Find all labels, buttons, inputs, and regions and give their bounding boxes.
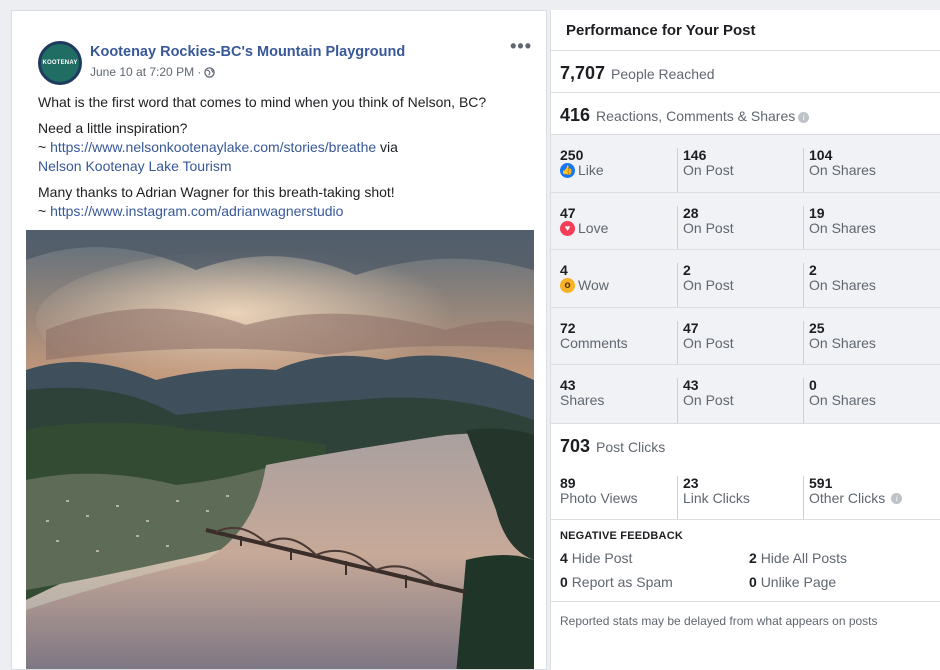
photo-views-label: Photo Views: [560, 489, 638, 506]
post-clicks-count: 703: [560, 435, 591, 456]
negative-feedback-title: NEGATIVE FEEDBACK: [560, 529, 683, 542]
avatar-logo-text: KOOTENAY: [42, 60, 78, 66]
engagement-breakdown: 250 👍 Like 146 On Post 104 On Shares 47 ♥ Lo…: [551, 135, 940, 423]
panel-title: Performance for Your Post: [551, 10, 940, 51]
link-clicks-label: Link Clicks: [683, 489, 750, 506]
stats-footnote: Reported stats may be delayed from what …: [560, 613, 878, 628]
tilde: ~: [38, 203, 51, 219]
comments-on-shares-count: 25: [809, 319, 825, 336]
post-photo[interactable]: [26, 230, 534, 669]
globe-icon: [204, 66, 216, 78]
shares-on-shares-count: 0: [809, 377, 817, 393]
on-shares-label: On Shares: [809, 277, 876, 293]
engagement-label-text: Reactions, Comments & Shares: [596, 108, 796, 124]
post-header: KOOTENAY Kootenay Rockies-BC's Mountain …: [38, 41, 405, 85]
people-reached-row: 7,707 People Reached: [551, 51, 940, 93]
wow-icon: o: [560, 278, 575, 293]
shares-count: 43: [560, 377, 576, 393]
shares-label: Shares: [560, 392, 605, 408]
on-shares-label: On Shares: [809, 219, 876, 236]
tilde: ~: [38, 139, 51, 155]
like-on-post-count: 146: [683, 147, 707, 163]
post-performance-panel: Performance for Your Post 7,707 People R…: [550, 10, 940, 670]
hide-post-stat: 4 Hide Post: [560, 550, 749, 566]
engagement-row: 416 Reactions, Comments & Shares i: [551, 93, 940, 135]
breakdown-row-comments: 72 Comments 47 On Post 25 On Shares: [551, 308, 940, 365]
hide-post-count: 4: [560, 549, 568, 566]
comments-label: Comments: [560, 334, 628, 351]
love-on-post-count: 28: [683, 204, 699, 221]
like-icon: 👍: [560, 163, 575, 178]
spam-label: Report as Spam: [571, 573, 673, 590]
wow-label: Wow: [578, 277, 609, 293]
people-reached-label: People Reached: [611, 66, 715, 82]
post-card: KOOTENAY Kootenay Rockies-BC's Mountain …: [11, 10, 547, 670]
report-spam-stat: 0 Report as Spam: [560, 574, 749, 590]
photo-views-count: 89: [560, 474, 576, 491]
negative-feedback-section: NEGATIVE FEEDBACK 4 Hide Post 2 Hide All…: [551, 518, 940, 602]
unlike-count: 0: [749, 573, 757, 590]
other-clicks-label: Other Clicks: [809, 489, 886, 506]
wow-on-post-count: 2: [683, 262, 691, 278]
on-post-label: On Post: [683, 277, 734, 293]
info-icon[interactable]: i: [891, 492, 903, 504]
post-timestamp[interactable]: June 10 at 7:20 PM ·: [90, 65, 201, 79]
story-link[interactable]: https://www.nelsonkootenaylake.com/stori…: [50, 139, 376, 155]
like-label: Like: [578, 162, 604, 178]
like-count: 250: [560, 147, 584, 163]
post-clicks-label: Post Clicks: [596, 438, 666, 455]
engagement-count: 416: [560, 105, 591, 125]
on-shares-label: On Shares: [809, 334, 876, 351]
on-post-label: On Post: [683, 162, 734, 178]
on-post-label: On Post: [683, 219, 734, 236]
hide-post-label: Hide Post: [571, 549, 633, 566]
hide-all-posts-stat: 2 Hide All Posts: [749, 550, 929, 566]
engagement-label: Reactions, Comments & Shares i: [596, 108, 810, 124]
inspiration-text: Need a little inspiration?: [38, 120, 188, 136]
info-icon[interactable]: i: [798, 112, 810, 123]
post-credit: Many thanks to Adrian Wagner for this br…: [38, 183, 538, 221]
other-clicks-count: 591: [809, 474, 833, 491]
love-icon: ♥: [560, 220, 575, 236]
love-count: 47: [560, 204, 576, 221]
page-name-link[interactable]: Kootenay Rockies-BC's Mountain Playgroun…: [90, 44, 405, 61]
more-options-icon[interactable]: •••: [510, 37, 532, 55]
breakdown-row-wow: 4 o Wow 2 On Post 2 On Shares: [551, 250, 940, 308]
via-text: via: [376, 139, 398, 155]
tourism-link[interactable]: Nelson Kootenay Lake Tourism: [38, 158, 232, 174]
on-shares-label: On Shares: [809, 392, 876, 408]
post-inspiration: Need a little inspiration? ~ https://www…: [38, 119, 538, 176]
like-on-shares-count: 104: [809, 147, 833, 163]
link-clicks-count: 23: [683, 474, 699, 491]
comments-on-post-count: 47: [683, 319, 699, 336]
on-post-label: On Post: [683, 392, 734, 408]
hide-all-count: 2: [749, 549, 757, 566]
thanks-text: Many thanks to Adrian Wagner for this br…: [38, 184, 395, 200]
love-on-shares-count: 19: [809, 204, 825, 221]
wow-count: 4: [560, 262, 568, 278]
unlike-label: Unlike Page: [760, 573, 837, 590]
instagram-link[interactable]: https://www.instagram.com/adrianwagnerst…: [50, 203, 343, 219]
post-clicks-row: 703 Post Clicks: [551, 422, 940, 465]
spam-count: 0: [560, 573, 568, 590]
post-question: What is the first word that comes to min…: [38, 94, 487, 110]
page-avatar[interactable]: KOOTENAY: [38, 41, 82, 85]
breakdown-row-shares: 43 Shares 43 On Post 0 On Shares: [551, 365, 940, 423]
people-reached-count: 7,707: [560, 63, 606, 83]
love-label: Love: [578, 219, 609, 236]
on-shares-label: On Shares: [809, 162, 876, 178]
post-text: What is the first word that comes to min…: [38, 93, 538, 228]
breakdown-row-like: 250 👍 Like 146 On Post 104 On Shares: [551, 135, 940, 193]
comments-count: 72: [560, 319, 576, 336]
clicks-breakdown-row: 89 Photo Views 23 Link Clicks 591 Other Cl…: [551, 465, 940, 519]
unlike-page-stat: 0 Unlike Page: [749, 574, 929, 590]
wow-on-shares-count: 2: [809, 262, 817, 278]
on-post-label: On Post: [683, 334, 734, 351]
hide-all-label: Hide All Posts: [760, 549, 848, 566]
shares-on-post-count: 43: [683, 377, 699, 393]
breakdown-row-love: 47 ♥ Love 28 On Post 19 On Shares: [551, 193, 940, 250]
